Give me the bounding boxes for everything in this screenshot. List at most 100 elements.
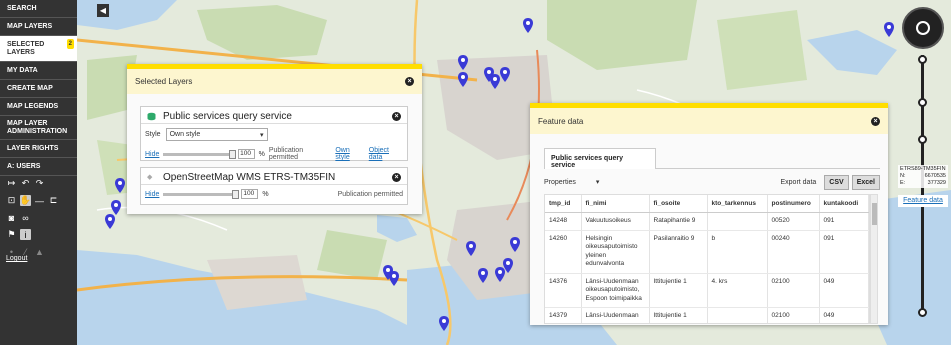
publication-status: Publication permitted	[268, 147, 304, 161]
feature-data-link[interactable]: Feature data	[898, 195, 948, 207]
hide-layer-link[interactable]: Hide	[145, 151, 159, 158]
panel-title: Selected Layers	[135, 77, 193, 86]
map-marker[interactable]	[111, 200, 121, 215]
sidebar-item-map-layer-administration[interactable]: MAP LAYER ADMINISTRATION	[0, 116, 77, 140]
column-header[interactable]: postinumero	[767, 195, 820, 213]
opacity-slider[interactable]	[163, 149, 237, 159]
table-cell: 02100	[767, 273, 820, 308]
zoom-step[interactable]	[918, 135, 927, 144]
layer-item: Public services query service × Style Ow…	[140, 106, 408, 161]
map-marker[interactable]	[115, 178, 125, 193]
csv-button[interactable]: CSV	[824, 174, 849, 190]
table-cell	[707, 212, 768, 231]
map-marker[interactable]	[500, 67, 510, 82]
opacity-row: Hide 100 % Publication permitted	[141, 185, 407, 203]
marker-icon[interactable]: ⚑	[6, 229, 17, 240]
sidebar-item-search[interactable]: SEARCH	[0, 0, 77, 18]
sidebar-item-layer-rights[interactable]: LAYER RIGHTS	[0, 140, 77, 158]
slider-handle[interactable]	[232, 189, 240, 199]
zoom-box-icon[interactable]: ⊡	[6, 195, 17, 206]
hide-layer-link[interactable]: Hide	[145, 191, 159, 198]
compass-center-icon[interactable]	[916, 21, 930, 35]
table-cell: Ittitujentie 1	[649, 307, 708, 323]
map-marker[interactable]	[389, 271, 399, 286]
object-data-link[interactable]: Object data	[369, 147, 403, 161]
zoom-in-button[interactable]	[918, 55, 927, 64]
table-row[interactable]: 14376 Länsi-Uudenmaan oikeusaputoimisto,…	[545, 273, 869, 308]
sidebar-item-map-layers[interactable]: MAP LAYERS	[0, 18, 77, 36]
table-row[interactable]: 14248 Vakuutusoikeus Ratapihantie 9 0052…	[545, 212, 869, 231]
excel-button[interactable]: Excel	[851, 174, 880, 190]
pan-compass[interactable]	[902, 7, 944, 49]
sidebar-item-map-legends[interactable]: MAP LEGENDS	[0, 98, 77, 116]
zoom-level-handle[interactable]	[918, 98, 927, 107]
column-header[interactable]: fi_nimi	[581, 195, 650, 213]
own-style-link[interactable]: Own style	[335, 147, 364, 161]
sidebar-item-create-map[interactable]: CREATE MAP	[0, 80, 77, 98]
collapse-panel-button[interactable]: ◀	[97, 4, 109, 17]
map-marker[interactable]	[523, 18, 533, 33]
sidebar: SEARCH MAP LAYERS SELECTED LAYERS 2 MY D…	[0, 0, 77, 345]
table-cell: 14260	[545, 230, 582, 274]
vertical-scrollbar[interactable]	[870, 194, 878, 324]
link-icon[interactable]: ∞	[20, 212, 31, 223]
zoom-out-button[interactable]	[918, 308, 927, 317]
map-marker[interactable]	[495, 267, 505, 282]
column-header[interactable]: tmp_id	[545, 195, 582, 213]
pan-hand-icon[interactable]: ✋	[20, 195, 31, 206]
feature-data-panel: Feature data × Public services query ser…	[530, 103, 888, 325]
style-select[interactable]: Own style ▾	[165, 128, 268, 141]
column-header[interactable]: kuntakoodi	[819, 195, 869, 213]
measure-line-icon[interactable]: —	[34, 195, 45, 206]
properties-label: Properties	[544, 179, 576, 186]
remove-layer-icon[interactable]: ×	[392, 172, 401, 182]
map-marker[interactable]	[510, 237, 520, 252]
map-marker[interactable]	[478, 268, 488, 283]
style-value: Own style	[169, 131, 201, 138]
camera-icon[interactable]: ◙	[6, 212, 17, 223]
table-cell: 091	[819, 230, 869, 274]
info-icon[interactable]: i	[20, 229, 31, 240]
measure-area-icon[interactable]: ⊏	[48, 195, 59, 206]
opacity-slider[interactable]	[163, 189, 240, 199]
undo-icon[interactable]: ↶	[20, 178, 31, 189]
sidebar-item-label: SELECTED LAYERS	[7, 41, 45, 56]
map-marker[interactable]	[439, 316, 449, 331]
redo-icon[interactable]: ↷	[34, 178, 45, 189]
properties-dropdown[interactable]: Properties ▾	[544, 178, 780, 186]
sidebar-item-my-data[interactable]: MY DATA	[0, 62, 77, 80]
layer-item: ◆ OpenStreetMap WMS ETRS-TM35FIN × Hide …	[140, 167, 408, 205]
table-row[interactable]: 14379 Länsi-Uudenmaan Ittitujentie 1 021…	[545, 307, 869, 323]
slider-handle[interactable]	[229, 149, 237, 159]
map-marker[interactable]	[466, 241, 476, 256]
map-marker[interactable]	[105, 214, 115, 229]
close-icon[interactable]: ×	[405, 77, 414, 86]
table-cell: 00520	[767, 212, 820, 231]
tab-public-services[interactable]: Public services query service	[544, 148, 656, 169]
table-cell: Ratapihantie 9	[649, 212, 708, 231]
column-header[interactable]: fi_osoite	[649, 195, 708, 213]
coordinate-display: ETRS89-TM35FIN N: 6670535 E: 377329	[898, 165, 948, 188]
table-cell: Länsi-Uudenmaan	[581, 307, 650, 323]
opacity-input[interactable]: 100	[238, 149, 255, 159]
map-marker[interactable]	[458, 55, 468, 70]
column-header[interactable]: kto_tarkennus	[707, 195, 768, 213]
draw-area-icon[interactable]: ▲	[34, 246, 45, 257]
scrollbar-thumb[interactable]	[872, 203, 877, 225]
remove-layer-icon[interactable]: ×	[392, 111, 401, 121]
opacity-input[interactable]: 100	[241, 189, 259, 199]
table-cell: 049	[819, 273, 869, 308]
reset-view-icon[interactable]: ↦	[6, 178, 17, 189]
table-cell	[707, 307, 768, 323]
map-toolbar: ↦ ↶ ↷ ⊡ ✋ — ⊏ ◙ ∞ ⚑ i • ⁄ ▲	[6, 178, 72, 263]
map-marker[interactable]	[458, 72, 468, 87]
sidebar-item-selected-layers[interactable]: SELECTED LAYERS 2	[0, 36, 77, 62]
vector-layer-icon	[147, 112, 156, 120]
sidebar-item-users[interactable]: A: USERS	[0, 158, 77, 176]
map-marker[interactable]	[490, 74, 500, 89]
table-row[interactable]: 14260 Helsingin oikeusaputoimisto yleine…	[545, 230, 869, 274]
close-icon[interactable]: ×	[871, 116, 880, 126]
map-marker[interactable]	[884, 22, 894, 37]
n-label: N:	[900, 173, 906, 179]
logout-link[interactable]: Logout	[6, 255, 27, 262]
